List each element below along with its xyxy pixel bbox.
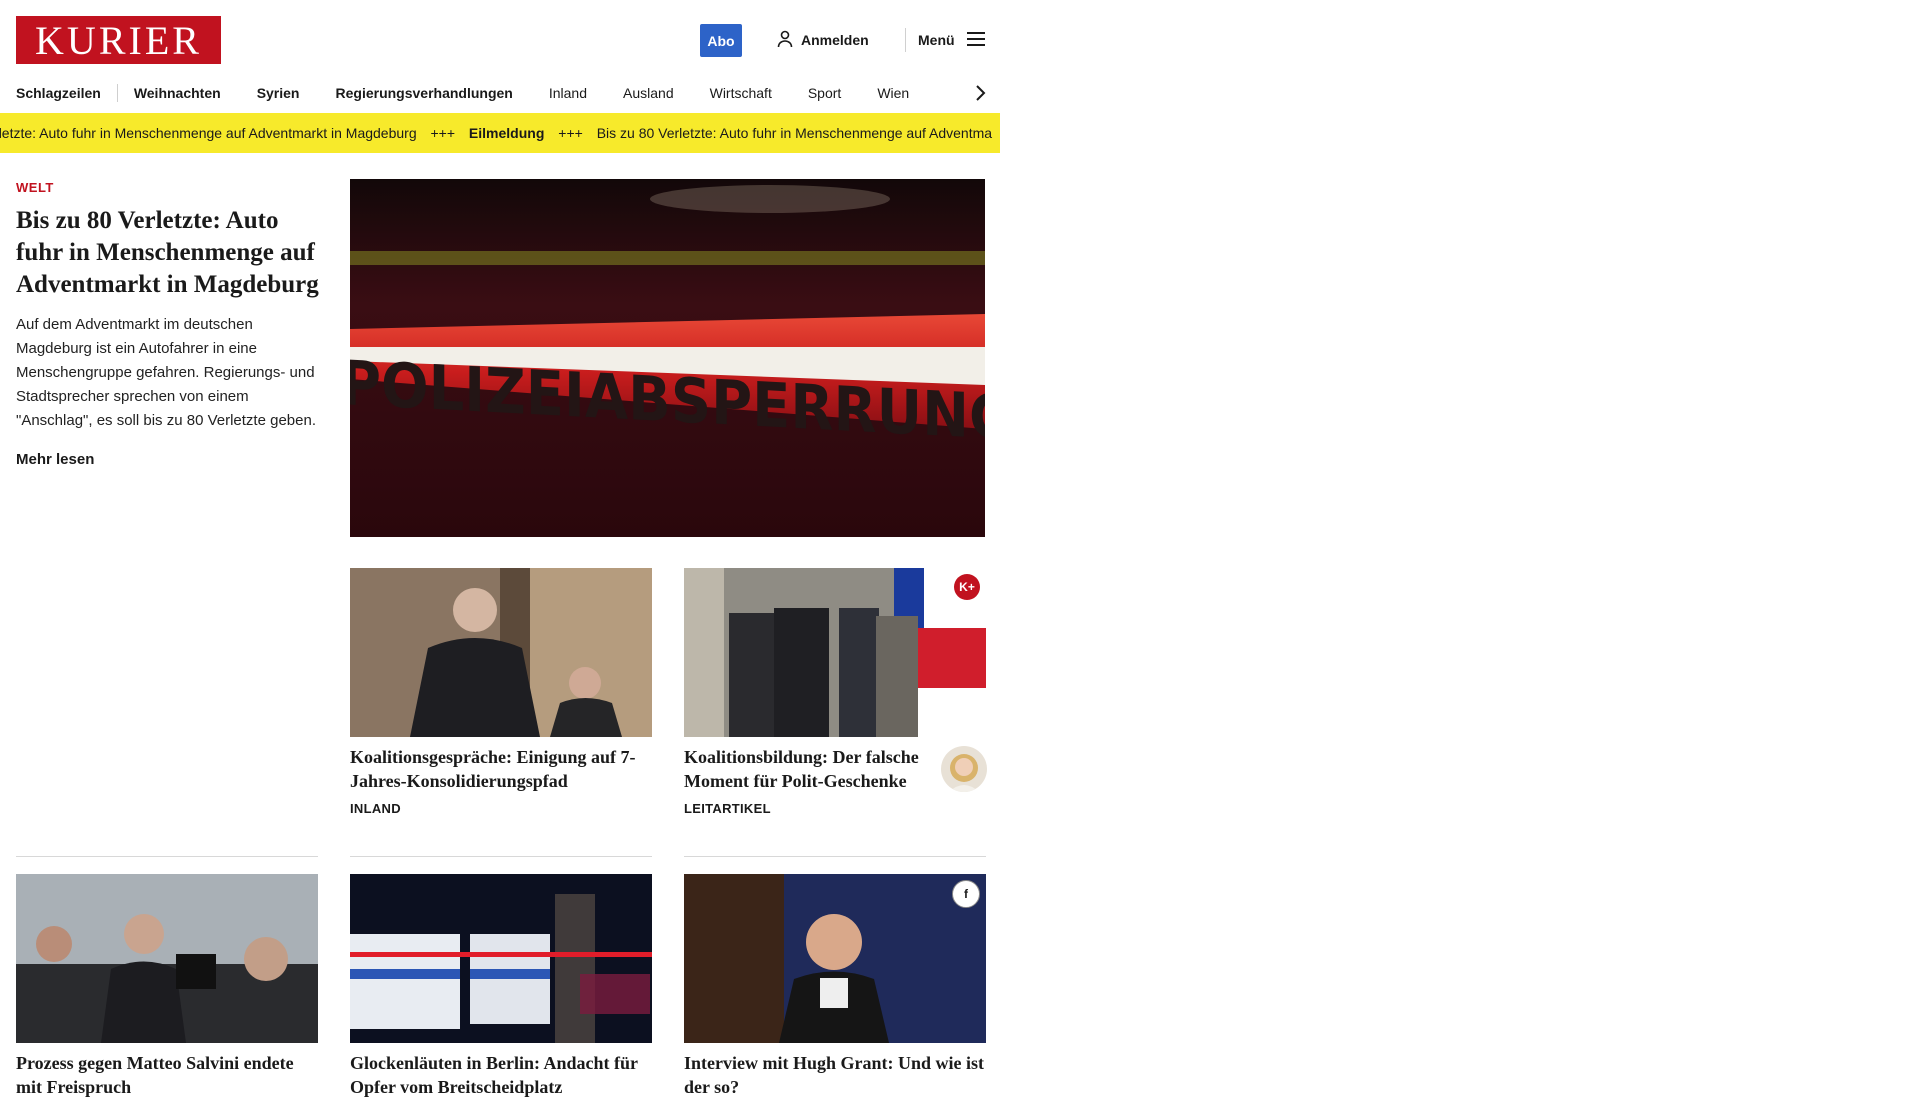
nav-item-syrien[interactable]: Syrien [257, 85, 300, 101]
article-category[interactable]: INLAND [350, 801, 652, 816]
article-card[interactable]: Koalitionsgespräche: Einigung auf 7-Jahr… [350, 568, 652, 816]
article-card[interactable]: f Interview mit Hugh Grant: Und wie ist … [684, 874, 986, 1099]
article-title[interactable]: Prozess gegen Matteo Salvini en­dete mit… [16, 1051, 318, 1099]
author-avatar[interactable] [941, 746, 987, 792]
nav-item-inland[interactable]: Inland [549, 85, 587, 101]
divider [350, 856, 652, 857]
menu-button[interactable]: Menü [918, 28, 985, 52]
article-title[interactable]: Koalitionsgespräche: Einigung auf 7-Jahr… [350, 745, 652, 793]
ticker-text: 0 Verletzte: Auto fuhr in Menschenmenge … [0, 125, 417, 141]
nav-item-wien[interactable]: Wien [877, 85, 909, 101]
abo-button[interactable]: Abo [700, 24, 742, 57]
article-image[interactable] [350, 874, 652, 1043]
nav-item-weihnachten[interactable]: Weihnachten [134, 85, 221, 101]
nav-item-sport[interactable]: Sport [808, 85, 841, 101]
hamburger-icon [966, 31, 985, 49]
breaking-news-ticker[interactable]: 0 Verletzte: Auto fuhr in Menschenmenge … [0, 113, 1000, 153]
article-title[interactable]: Interview mit Hugh Grant: Und wie ist de… [684, 1051, 986, 1099]
ticker-separator: +++ [430, 125, 456, 141]
page: KURIER Abo Anmelden Menü Schlagzeilen We… [0, 0, 1920, 1097]
article-card[interactable]: Glockenläuten in Berlin: Andacht für Opf… [350, 874, 652, 1099]
lead-article[interactable]: WELT Bis zu 80 Verletzte: Auto fuhr in M… [16, 180, 321, 468]
nav-item-schlagzeilen[interactable]: Schlagzeilen [16, 85, 101, 101]
menu-label: Menü [918, 32, 955, 48]
nav-item-regierungsverhandlungen[interactable]: Regierungsverhandlungen [336, 85, 513, 101]
nav-item-ausland[interactable]: Ausland [623, 85, 674, 101]
divider [16, 856, 318, 857]
read-more-link[interactable]: Mehr lesen [16, 451, 321, 468]
nav-separator [116, 84, 118, 102]
nav-item-wirtschaft[interactable]: Wirtschaft [710, 85, 772, 101]
article-card[interactable]: Prozess gegen Matteo Salvini en­dete mit… [16, 874, 318, 1099]
lead-description: Auf dem Adventmarkt im deutschen Magdebu… [16, 316, 316, 429]
lead-kicker[interactable]: WELT [16, 180, 321, 195]
lead-title[interactable]: Bis zu 80 Verletzte: Auto fuhr in Mensch… [16, 205, 321, 301]
article-image[interactable]: K+ [684, 568, 986, 737]
article-image[interactable] [16, 874, 318, 1043]
article-title[interactable]: Koalitionsbildung: Der fal­sche Moment f… [684, 745, 924, 793]
user-icon [777, 30, 793, 51]
article-image[interactable] [350, 568, 652, 737]
login-button[interactable]: Anmelden [777, 28, 869, 52]
ticker-label: Eilmeldung [468, 125, 545, 141]
fplus-icon: f [952, 880, 980, 908]
kurier-logo[interactable]: KURIER [16, 16, 221, 64]
article-category[interactable]: LEITARTIKEL [684, 801, 986, 816]
kplus-icon: K+ [954, 574, 980, 600]
article-title[interactable]: Glockenläuten in Berlin: Andacht für Opf… [350, 1051, 652, 1099]
article-image[interactable]: f [684, 874, 986, 1043]
ticker-text: Bis zu 80 Verletzte: Auto fuhr in Mensch… [596, 125, 993, 141]
ticker-separator: +++ [558, 125, 583, 141]
header-divider [905, 28, 906, 52]
chevron-right-icon[interactable] [968, 81, 992, 105]
article-card[interactable]: K+ Koalitionsbildung: Der fal­sche Momen… [684, 568, 987, 816]
login-label: Anmelden [801, 32, 869, 48]
main-nav: Schlagzeilen Weihnachten Syrien Regierun… [16, 78, 996, 108]
divider [684, 856, 986, 857]
lead-image[interactable]: POLIZEIABSPERRUNG [350, 179, 985, 537]
